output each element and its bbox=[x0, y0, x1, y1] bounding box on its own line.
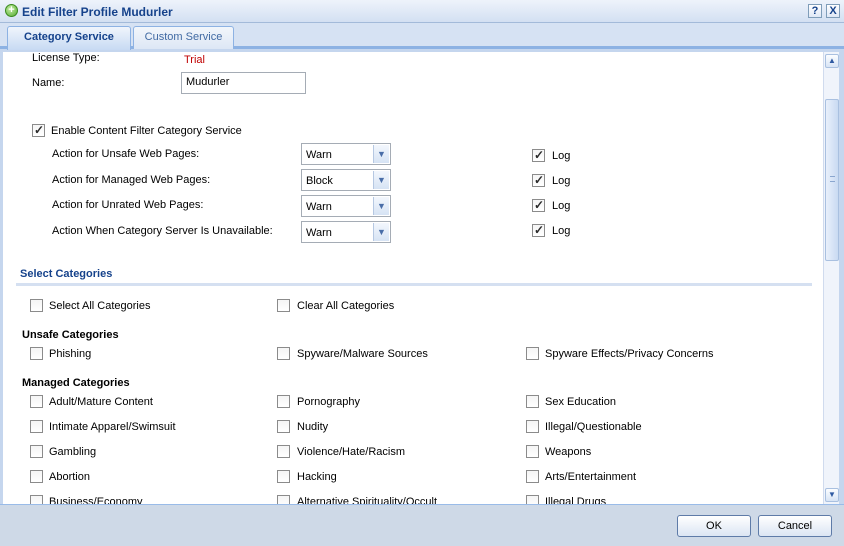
vertical-scrollbar[interactable]: ▲ ▼ bbox=[823, 52, 839, 504]
name-label: Name: bbox=[32, 77, 65, 89]
log-unsafe-label: Log bbox=[552, 150, 571, 162]
category-checkbox[interactable] bbox=[277, 495, 290, 504]
action-unrated-value: Warn bbox=[306, 201, 332, 213]
category-checkbox[interactable] bbox=[30, 445, 43, 458]
category-checkbox[interactable] bbox=[526, 470, 539, 483]
category-label: Spyware/Malware Sources bbox=[297, 348, 428, 360]
category-label: Phishing bbox=[49, 348, 92, 360]
action-unsafe-value: Warn bbox=[306, 149, 332, 161]
select-all-checkbox[interactable] bbox=[30, 299, 43, 312]
category-checkbox[interactable] bbox=[30, 347, 43, 360]
category-checkbox[interactable] bbox=[277, 395, 290, 408]
category-label: Illegal Drugs bbox=[545, 496, 607, 504]
action-unavailable-select[interactable]: Warn ▼ bbox=[301, 221, 391, 243]
category-checkbox[interactable] bbox=[30, 420, 43, 433]
log-managed-checkbox[interactable] bbox=[532, 173, 545, 187]
section-divider bbox=[16, 283, 812, 286]
tab-category-service[interactable]: Category Service bbox=[7, 26, 131, 50]
action-unrated-label: Action for Unrated Web Pages: bbox=[52, 199, 204, 211]
category-checkbox[interactable] bbox=[30, 495, 43, 504]
category-checkbox[interactable] bbox=[277, 445, 290, 458]
category-checkbox[interactable] bbox=[30, 395, 43, 408]
category-checkbox[interactable] bbox=[277, 470, 290, 483]
category-label: Nudity bbox=[297, 421, 329, 433]
category-checkbox[interactable] bbox=[526, 347, 539, 360]
action-unrated-select[interactable]: Warn ▼ bbox=[301, 195, 391, 217]
clear-all-checkbox[interactable] bbox=[277, 299, 290, 312]
category-checkbox[interactable] bbox=[526, 445, 539, 458]
action-managed-value: Block bbox=[306, 175, 333, 187]
enable-service-label: Enable Content Filter Category Service bbox=[51, 125, 242, 137]
log-managed-label: Log bbox=[552, 175, 571, 187]
help-button[interactable]: ? bbox=[808, 4, 822, 18]
category-checkbox[interactable] bbox=[277, 420, 290, 433]
cancel-button[interactable]: Cancel bbox=[758, 515, 832, 537]
tab-strip: Category Service Custom Service bbox=[0, 23, 844, 50]
scroll-down-icon[interactable]: ▼ bbox=[825, 488, 839, 502]
title-bar: + Edit Filter Profile Mudurler ? X bbox=[0, 0, 844, 23]
action-managed-select[interactable]: Block ▼ bbox=[301, 169, 391, 191]
license-type-label: License Type: bbox=[32, 52, 100, 64]
category-label: Alternative Spirituality/Occult bbox=[297, 496, 437, 504]
window-title: Edit Filter Profile Mudurler bbox=[22, 5, 173, 19]
category-label: Weapons bbox=[545, 446, 592, 458]
category-label: Hacking bbox=[297, 471, 337, 483]
category-checkbox[interactable] bbox=[277, 347, 290, 360]
action-unsafe-select[interactable]: Warn ▼ bbox=[301, 143, 391, 165]
category-checkbox[interactable] bbox=[526, 495, 539, 504]
dialog-footer: OK Cancel bbox=[0, 504, 844, 546]
action-managed-label: Action for Managed Web Pages: bbox=[52, 174, 211, 186]
select-categories-title: Select Categories bbox=[20, 268, 113, 280]
name-field[interactable]: Mudurler bbox=[181, 72, 306, 94]
log-unavailable-label: Log bbox=[552, 225, 571, 237]
chevron-down-icon[interactable]: ▼ bbox=[373, 197, 389, 215]
close-button[interactable]: X bbox=[826, 4, 840, 18]
unsafe-categories-title: Unsafe Categories bbox=[22, 329, 119, 341]
select-all-label: Select All Categories bbox=[49, 300, 151, 312]
category-label: Intimate Apparel/Swimsuit bbox=[49, 421, 176, 433]
tab-custom-service[interactable]: Custom Service bbox=[133, 26, 234, 49]
action-unsafe-label: Action for Unsafe Web Pages: bbox=[52, 148, 200, 160]
scrollbar-thumb[interactable] bbox=[825, 99, 839, 261]
chevron-down-icon[interactable]: ▼ bbox=[373, 223, 389, 241]
clear-all-label: Clear All Categories bbox=[297, 300, 395, 312]
enable-service-checkbox[interactable] bbox=[32, 123, 45, 137]
category-label: Abortion bbox=[49, 471, 90, 483]
log-unrated-label: Log bbox=[552, 200, 571, 212]
category-checkbox[interactable] bbox=[526, 395, 539, 408]
action-unavailable-value: Warn bbox=[306, 227, 332, 239]
add-icon: + bbox=[5, 4, 18, 17]
content-panel: License Type: Trial Name: Mudurler Enabl… bbox=[3, 52, 823, 504]
chevron-down-icon[interactable]: ▼ bbox=[373, 171, 389, 189]
category-label: Pornography bbox=[297, 396, 360, 408]
category-label: Business/Economy bbox=[49, 496, 143, 504]
category-label: Arts/Entertainment bbox=[545, 471, 637, 483]
category-label: Gambling bbox=[49, 446, 97, 458]
ok-button[interactable]: OK bbox=[677, 515, 751, 537]
log-unavailable-checkbox[interactable] bbox=[532, 223, 545, 237]
log-unrated-checkbox[interactable] bbox=[532, 198, 545, 212]
category-checkbox[interactable] bbox=[526, 420, 539, 433]
log-unsafe-checkbox[interactable] bbox=[532, 148, 545, 162]
grip-icon bbox=[830, 176, 835, 182]
category-label: Sex Education bbox=[545, 396, 616, 408]
managed-categories-title: Managed Categories bbox=[22, 377, 130, 389]
category-label: Violence/Hate/Racism bbox=[297, 446, 406, 458]
license-type-value: Trial bbox=[184, 54, 205, 66]
category-checkbox[interactable] bbox=[30, 470, 43, 483]
action-unavailable-label: Action When Category Server Is Unavailab… bbox=[52, 225, 273, 237]
category-label: Spyware Effects/Privacy Concerns bbox=[545, 348, 714, 360]
category-label: Illegal/Questionable bbox=[545, 421, 642, 433]
category-label: Adult/Mature Content bbox=[49, 396, 153, 408]
chevron-down-icon[interactable]: ▼ bbox=[373, 145, 389, 163]
scroll-up-icon[interactable]: ▲ bbox=[825, 54, 839, 68]
